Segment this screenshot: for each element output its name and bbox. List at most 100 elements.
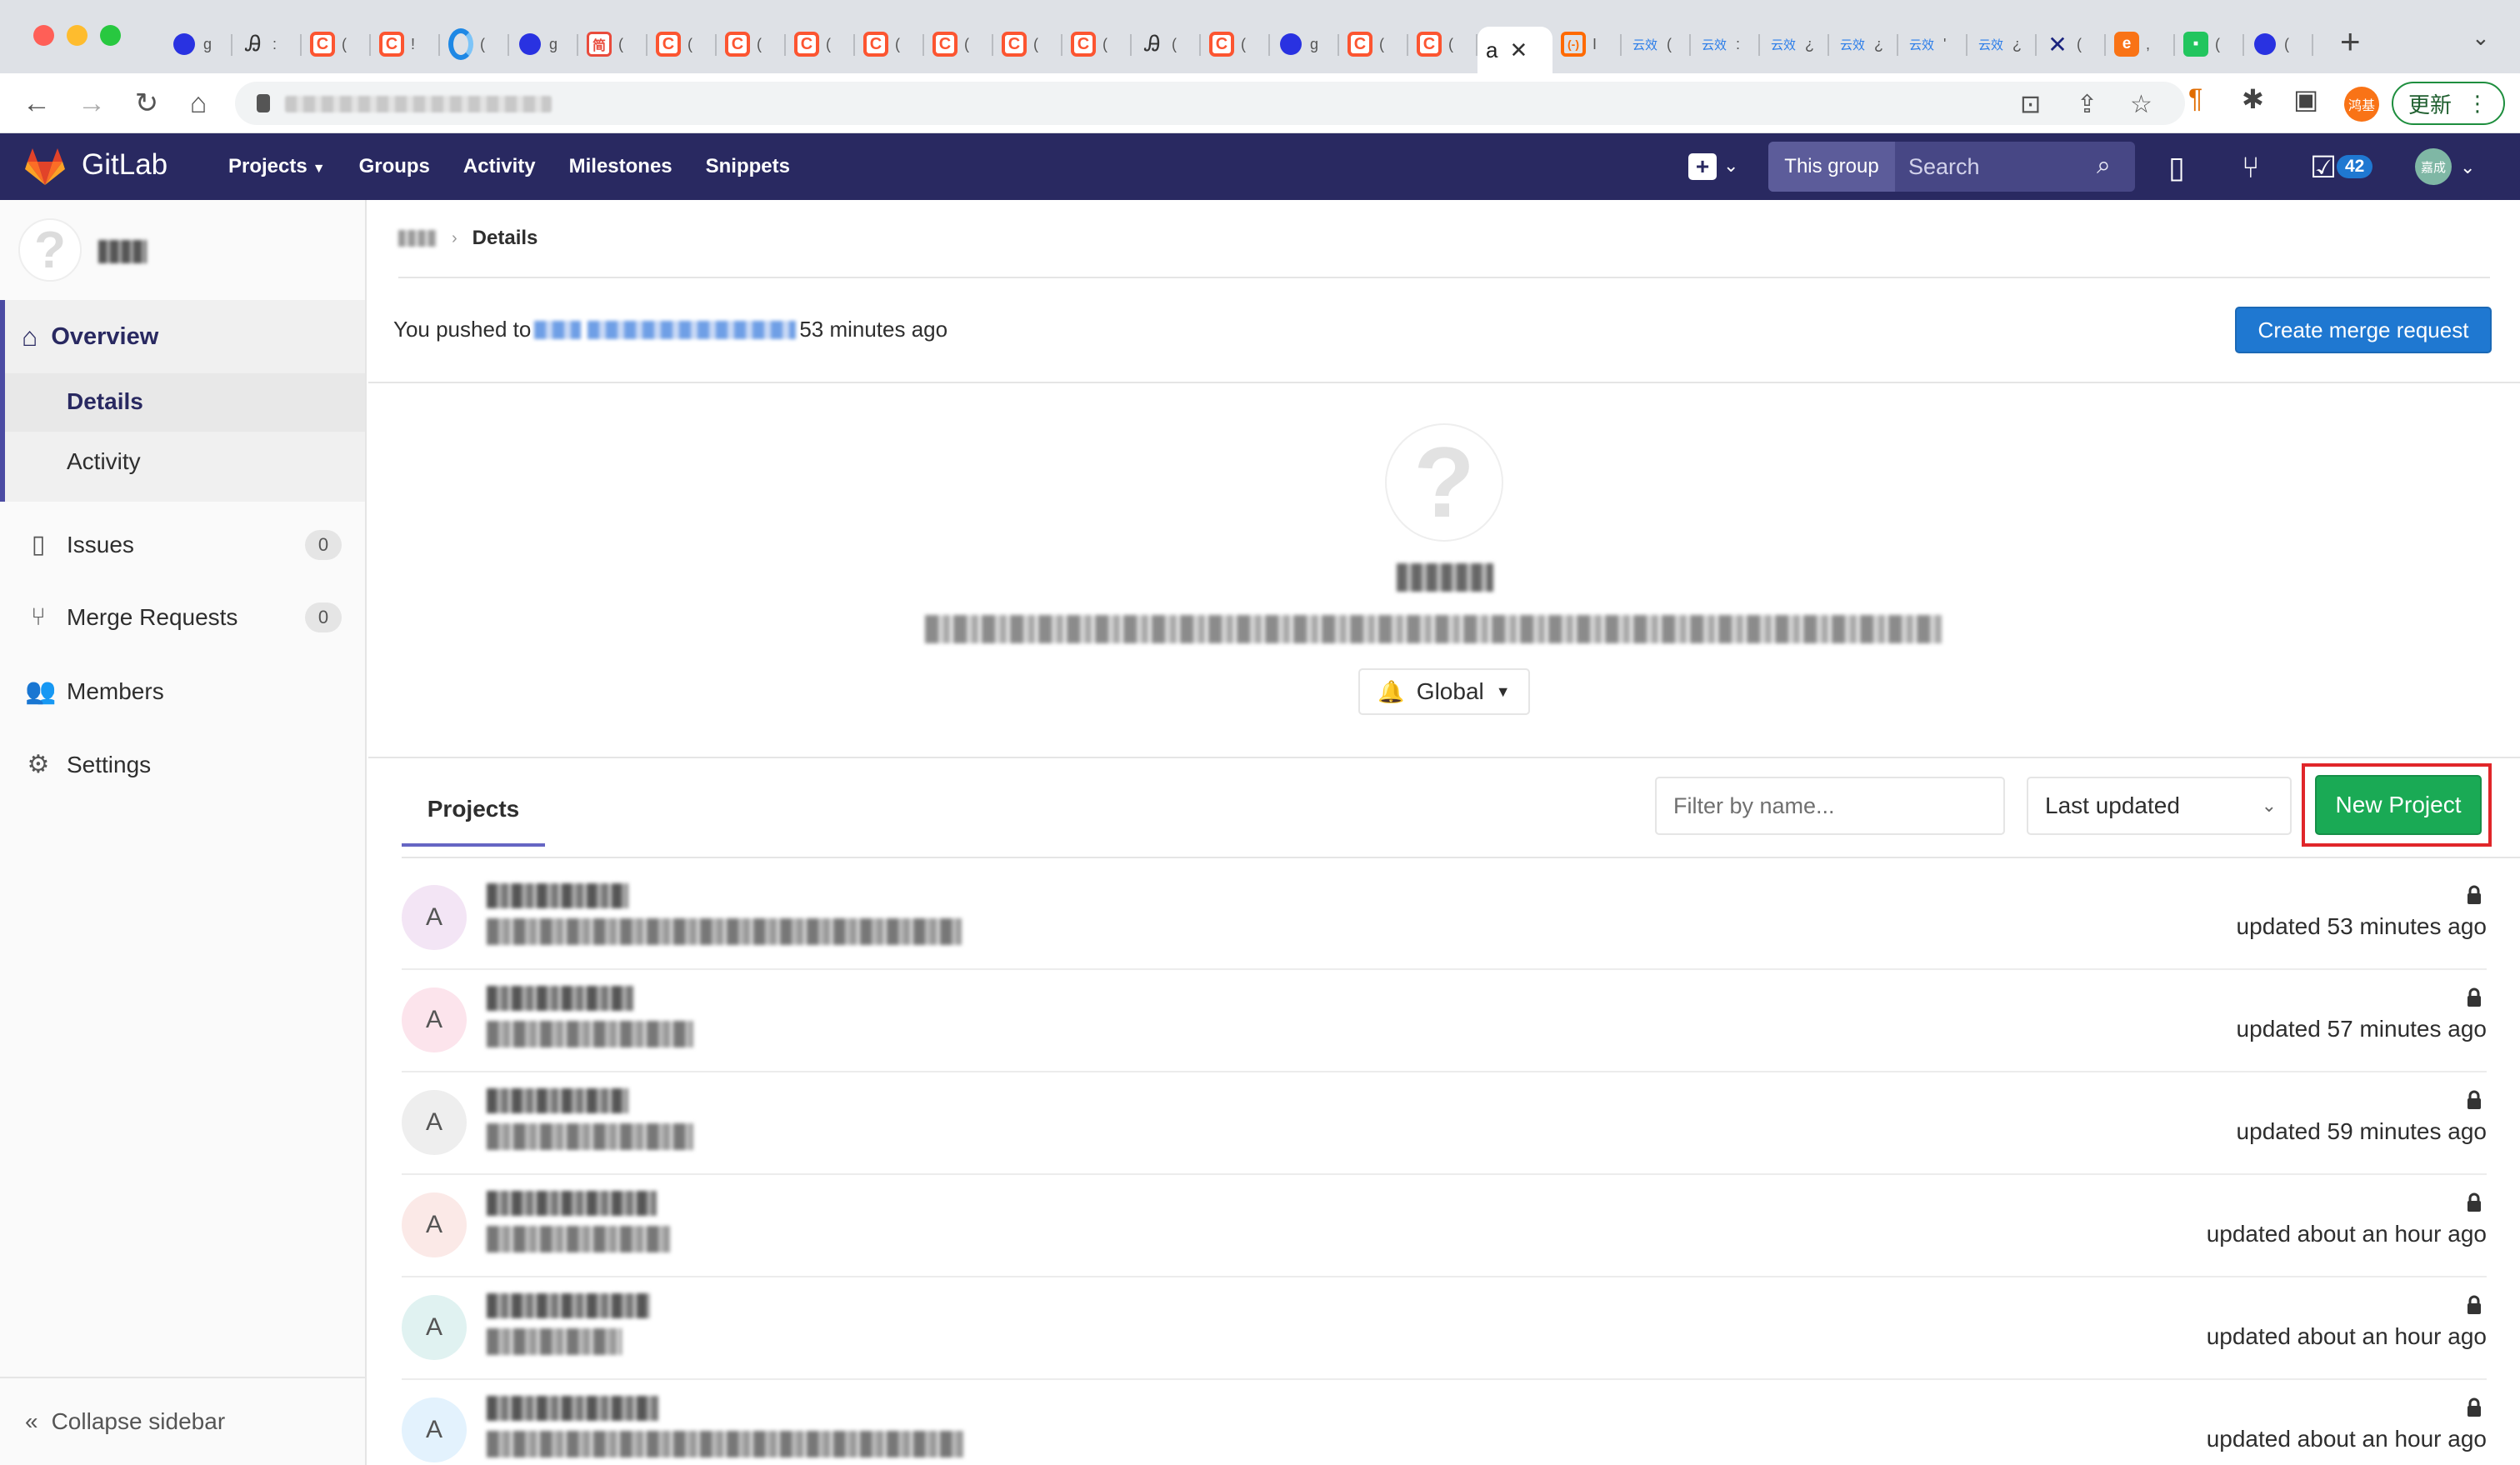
todos-count-badge[interactable]: 42: [2337, 155, 2373, 178]
tab-search-chevron-icon[interactable]: ⌄: [2472, 25, 2490, 51]
chevron-down-icon[interactable]: ⌄: [2460, 157, 2475, 178]
browser-tab[interactable]: C(: [302, 22, 371, 66]
window-minimize-button[interactable]: [67, 25, 88, 46]
back-arrow-icon[interactable]: ←: [18, 85, 55, 122]
translate-icon[interactable]: ⊡: [2020, 90, 2041, 119]
sidebar-item-details[interactable]: Details: [67, 388, 143, 415]
browser-tab[interactable]: C(: [924, 22, 993, 66]
browser-tab[interactable]: C!: [371, 22, 440, 66]
browser-tab[interactable]: C(: [993, 22, 1062, 66]
browser-tab[interactable]: ▪(: [2175, 22, 2244, 66]
home-icon[interactable]: ⌂: [180, 85, 217, 122]
reload-icon[interactable]: ↻: [128, 85, 165, 122]
pilcrow-extension-icon[interactable]: ¶: [2188, 83, 2202, 114]
issues-icon[interactable]: ▯: [2168, 150, 2185, 185]
window-close-button[interactable]: [33, 25, 54, 46]
browser-update-button[interactable]: 更新 ⋮: [2392, 82, 2505, 125]
sidebar-item-activity[interactable]: Activity: [67, 448, 141, 475]
browser-tab[interactable]: g: [1270, 22, 1339, 66]
project-name-redacted[interactable]: [487, 1293, 650, 1318]
gitlab-logo-icon[interactable]: [25, 148, 65, 185]
browser-tab[interactable]: C(: [1062, 22, 1132, 66]
project-name-redacted[interactable]: [487, 1396, 658, 1421]
nav-snippets[interactable]: Snippets: [706, 155, 790, 178]
notification-dropdown[interactable]: 🔔 Global ▼: [1358, 668, 1530, 715]
browser-tab[interactable]: Ꭿ(: [1132, 22, 1201, 66]
browser-tab[interactable]: (: [440, 22, 509, 66]
share-icon[interactable]: ⇪: [2077, 90, 2098, 119]
todos-check-icon[interactable]: ☑: [2310, 150, 2337, 185]
breadcrumb-group-redacted[interactable]: [398, 230, 437, 247]
browser-tab[interactable]: 云效 ': [1898, 22, 1968, 66]
sidebar-item-overview[interactable]: ⌂ Overview: [22, 322, 158, 352]
window-zoom-button[interactable]: [100, 25, 121, 46]
collapse-sidebar-button[interactable]: « Collapse sidebar: [0, 1377, 365, 1465]
browser-tab[interactable]: 云效:: [1691, 22, 1760, 66]
browser-tab[interactable]: 云效 ¿: [1829, 22, 1898, 66]
project-name-redacted[interactable]: [487, 1191, 657, 1216]
browser-tab[interactable]: g: [163, 22, 232, 66]
browser-tab[interactable]: C(: [1408, 22, 1478, 66]
extensions-puzzle-icon[interactable]: ✱: [2242, 83, 2264, 115]
browser-tab[interactable]: Ꭿ:: [232, 22, 302, 66]
sidebar-item-merge-requests[interactable]: ⑂ Merge Requests 0: [25, 602, 342, 632]
new-tab-button[interactable]: +: [2340, 22, 2361, 62]
browser-tab[interactable]: 简(: [578, 22, 648, 66]
push-project-redacted[interactable]: [588, 320, 797, 339]
project-row[interactable]: Aupdated about an hour ago: [402, 1277, 2487, 1380]
project-avatar[interactable]: A: [402, 988, 467, 1052]
address-bar[interactable]: ⊡ ⇪ ☆: [235, 82, 2185, 125]
browser-tab[interactable]: e,: [2106, 22, 2175, 66]
project-row[interactable]: Aupdated about an hour ago: [402, 1379, 2487, 1465]
side-panel-icon[interactable]: ▣: [2293, 83, 2318, 115]
filter-by-name-input[interactable]: [1655, 777, 2005, 835]
chevron-down-icon[interactable]: ⌄: [1723, 155, 1738, 177]
browser-tab[interactable]: C(: [717, 22, 786, 66]
project-row[interactable]: Aupdated 59 minutes ago: [402, 1072, 2487, 1175]
site-info-icon[interactable]: [257, 94, 270, 112]
new-plus-icon[interactable]: +: [1688, 153, 1717, 180]
browser-tab[interactable]: C(: [648, 22, 717, 66]
user-avatar[interactable]: 嘉成: [2415, 148, 2452, 185]
push-branch-redacted[interactable]: [534, 320, 582, 339]
project-name-redacted[interactable]: [487, 986, 633, 1011]
close-icon[interactable]: ✕: [1509, 38, 1528, 63]
browser-tab[interactable]: C(: [786, 22, 855, 66]
project-avatar[interactable]: A: [402, 1398, 467, 1462]
nav-milestones[interactable]: Milestones: [569, 155, 672, 178]
project-name-redacted[interactable]: [487, 1088, 628, 1113]
project-name-redacted[interactable]: [487, 883, 628, 908]
browser-tab[interactable]: ✕(: [2037, 22, 2106, 66]
browser-tab[interactable]: C(: [855, 22, 924, 66]
nav-activity[interactable]: Activity: [463, 155, 536, 178]
sidebar-item-members[interactable]: 👥 Members: [25, 677, 342, 706]
project-avatar[interactable]: A: [402, 885, 467, 950]
search-input[interactable]: [1908, 142, 2092, 192]
browser-tab[interactable]: C(: [1339, 22, 1408, 66]
nav-groups[interactable]: Groups: [359, 155, 430, 178]
browser-tab[interactable]: g: [509, 22, 578, 66]
browser-tab[interactable]: 云效 ¿: [1760, 22, 1829, 66]
browser-tab[interactable]: (-) I: [1552, 22, 1622, 66]
search-icon[interactable]: ⌕: [2097, 152, 2111, 180]
sidebar-item-issues[interactable]: ▯ Issues 0: [25, 529, 342, 560]
tab-projects[interactable]: Projects: [402, 775, 545, 847]
project-row[interactable]: Aupdated about an hour ago: [402, 1174, 2487, 1278]
gitlab-brand[interactable]: GitLab: [82, 148, 168, 182]
group-avatar-question-icon[interactable]: ?: [18, 218, 82, 282]
project-avatar[interactable]: A: [402, 1090, 467, 1155]
bookmark-star-icon[interactable]: ☆: [2130, 90, 2152, 119]
browser-tab[interactable]: (: [2244, 22, 2313, 66]
project-avatar[interactable]: A: [402, 1295, 467, 1360]
group-name-redacted[interactable]: [98, 240, 147, 263]
search-scope-badge[interactable]: This group: [1768, 142, 1895, 192]
sort-dropdown[interactable]: Last updated ⌄: [2027, 777, 2292, 835]
profile-avatar[interactable]: 鸿基: [2344, 87, 2379, 122]
browser-tab-active[interactable]: a ✕: [1478, 27, 1552, 73]
merge-requests-icon[interactable]: ⑂: [2242, 150, 2260, 185]
sidebar-item-settings[interactable]: ⚙ Settings: [25, 750, 342, 779]
project-row[interactable]: Aupdated 53 minutes ago: [402, 867, 2487, 970]
browser-tab[interactable]: 云效 ¿: [1968, 22, 2037, 66]
forward-arrow-icon[interactable]: →: [73, 85, 110, 122]
nav-projects[interactable]: Projects ▼: [228, 155, 326, 178]
